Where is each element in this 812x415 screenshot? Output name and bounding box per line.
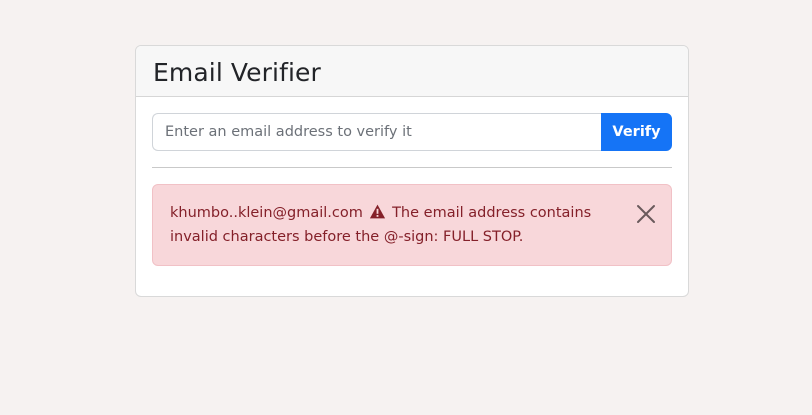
close-button[interactable] xyxy=(635,203,657,225)
email-input[interactable] xyxy=(152,113,601,151)
error-alert: khumbo..klein@gmail.com The email addres… xyxy=(152,184,672,266)
warning-triangle-icon xyxy=(370,204,386,219)
card-header: Email Verifier xyxy=(136,46,688,97)
card-body: Verify khumbo..klein@gmail.com The email… xyxy=(136,97,688,266)
close-icon xyxy=(637,205,655,223)
verify-button[interactable]: Verify xyxy=(601,113,672,151)
alert-email: khumbo..klein@gmail.com xyxy=(170,205,363,221)
verify-form: Verify xyxy=(152,113,672,151)
email-verifier-card: Email Verifier Verify khumbo..klein@gmai… xyxy=(135,45,689,297)
divider xyxy=(152,167,672,168)
page-title: Email Verifier xyxy=(153,57,321,87)
